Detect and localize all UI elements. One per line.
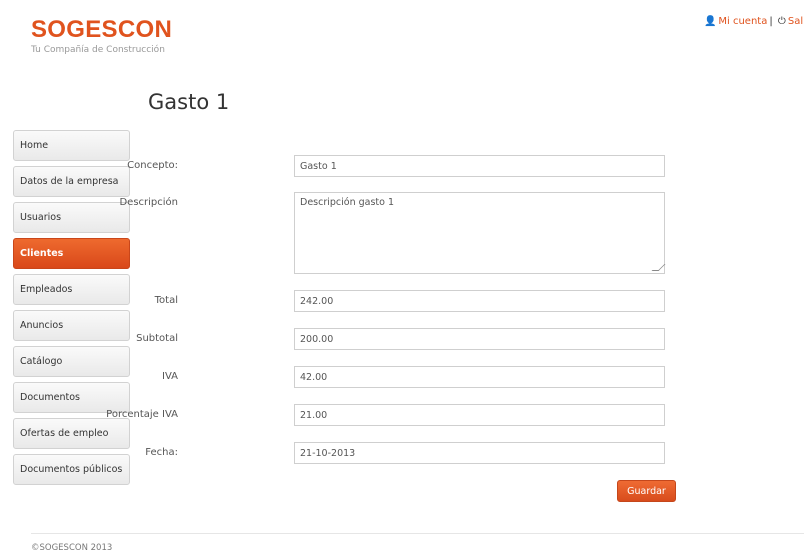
top-navigation: 👤Mi cuenta| ⏻Salir — [704, 16, 804, 27]
fecha-input[interactable] — [294, 442, 665, 464]
iva-input[interactable] — [294, 366, 665, 388]
sidebar-item-ofertas-empleo[interactable]: Ofertas de empleo — [13, 418, 130, 449]
sidebar-item-documentos-publicos[interactable]: Documentos públicos — [13, 454, 130, 485]
sidebar-item-empleados[interactable]: Empleados — [13, 274, 130, 305]
logout-link[interactable]: Salir — [788, 16, 804, 27]
brand-tagline: Tu Compañía de Construcción — [31, 45, 165, 55]
subtotal-label: Subtotal — [136, 333, 178, 344]
total-input[interactable] — [294, 290, 665, 312]
porcentaje-iva-input[interactable] — [294, 404, 665, 426]
nav-separator: | — [769, 16, 773, 27]
sidebar-item-anuncios[interactable]: Anuncios — [13, 310, 130, 341]
concepto-label: Concepto: — [127, 160, 178, 171]
sidebar: Home Datos de la empresa Usuarios Client… — [13, 130, 130, 490]
iva-label: IVA — [162, 371, 178, 382]
user-icon: 👤 — [703, 16, 717, 27]
subtotal-input[interactable] — [294, 328, 665, 350]
my-account-link[interactable]: Mi cuenta — [718, 16, 767, 27]
descripcion-textarea[interactable]: Descripción gasto 1 — [294, 192, 665, 274]
sidebar-item-usuarios[interactable]: Usuarios — [13, 202, 130, 233]
page-title: Gasto 1 — [148, 90, 230, 114]
footer-copyright: ©SOGESCON 2013 — [31, 543, 113, 553]
sidebar-item-home[interactable]: Home — [13, 130, 130, 161]
total-label: Total — [154, 295, 178, 306]
brand-logo: SOGESCON — [31, 16, 173, 43]
sidebar-item-datos-empresa[interactable]: Datos de la empresa — [13, 166, 130, 197]
save-button[interactable]: Guardar — [617, 480, 676, 502]
concepto-input[interactable] — [294, 155, 665, 177]
footer-divider — [31, 533, 804, 534]
fecha-label: Fecha: — [145, 447, 178, 458]
porcentaje-iva-label: Porcentaje IVA — [106, 409, 178, 420]
power-icon: ⏻ — [777, 16, 786, 27]
sidebar-item-catalogo[interactable]: Catálogo — [13, 346, 130, 377]
brand: SOGESCON Tu Compañía de Construcción — [31, 16, 172, 55]
descripcion-label: Descripción — [119, 197, 178, 208]
sidebar-item-clientes[interactable]: Clientes — [13, 238, 130, 269]
